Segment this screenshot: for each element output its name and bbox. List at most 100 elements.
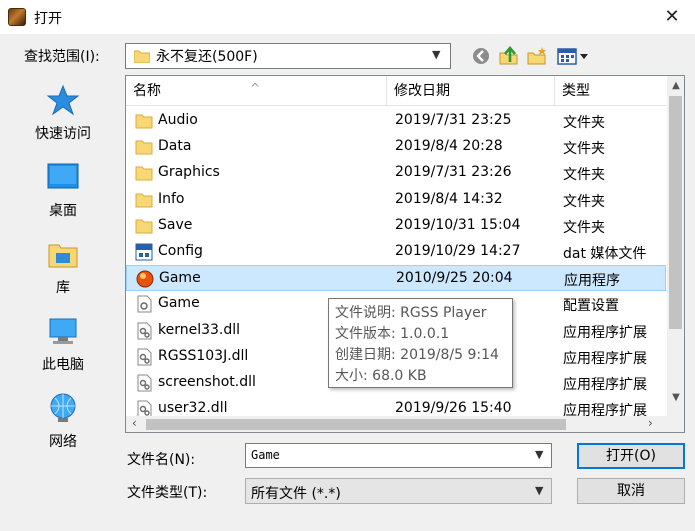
chevron-down-icon[interactable]: ▼ xyxy=(432,48,440,61)
open-button[interactable]: 打开(O) xyxy=(577,443,685,469)
place-label: 网络 xyxy=(49,434,77,450)
file-info-tooltip: 文件说明: RGSS Player 文件版本: 1.0.0.1 创建日期: 20… xyxy=(328,298,513,388)
tooltip-description: 文件说明: RGSS Player xyxy=(335,305,487,321)
tooltip-size: 大小: 68.0 KB xyxy=(335,368,427,384)
network-icon xyxy=(50,393,76,422)
folder-icon xyxy=(135,166,153,181)
file-date: 2019/10/31 15:04 xyxy=(395,216,521,233)
folder-icon xyxy=(135,193,153,208)
filename-label: 文件名(N): xyxy=(127,452,196,468)
file-type: 文件夹 xyxy=(563,167,605,184)
sort-ascending-icon: ^ xyxy=(250,81,261,95)
close-button[interactable]: ✕ xyxy=(660,6,684,28)
place-network[interactable]: 网络 xyxy=(10,383,116,459)
place-label: 桌面 xyxy=(49,203,77,219)
horizontal-scroll-thumb[interactable] xyxy=(146,419,566,430)
file-date: 2019/8/4 14:32 xyxy=(395,190,503,207)
list-header: 名称 ^ 修改日期 类型 xyxy=(126,76,666,106)
horizontal-scrollbar[interactable]: ‹ › xyxy=(126,416,667,432)
vertical-scroll-thumb[interactable] xyxy=(669,96,682,329)
dat-file-icon xyxy=(135,243,153,261)
file-name: Data xyxy=(158,138,192,155)
places-bar: 快速访问 桌面 库 此电脑 网络 xyxy=(10,75,120,518)
file-name: user32.dll xyxy=(158,400,228,417)
tooltip-version: 文件版本: 1.0.0.1 xyxy=(335,326,450,342)
new-folder-icon[interactable] xyxy=(526,46,548,66)
folder-icon xyxy=(135,219,153,234)
window-title: 打开 xyxy=(34,11,62,27)
cancel-button[interactable]: 取消 xyxy=(577,478,685,504)
title-bar xyxy=(0,0,695,34)
file-type: 文件夹 xyxy=(563,193,605,210)
file-row[interactable]: Graphics 2019/7/31 23:26 文件夹 xyxy=(126,160,666,186)
application-icon xyxy=(136,270,154,288)
folder-icon xyxy=(135,140,153,155)
file-row[interactable]: Game 2010/9/25 20:04 应用程序 xyxy=(126,265,666,292)
folder-icon xyxy=(134,50,150,63)
vertical-scrollbar[interactable]: ▲ ▼ xyxy=(667,76,684,416)
file-type: 应用程序扩展 xyxy=(563,350,647,367)
file-name: screenshot.dll xyxy=(158,374,256,390)
file-date: 2019/9/26 15:40 xyxy=(395,400,512,417)
file-row[interactable]: Config 2019/10/29 14:27 dat 媒体文件 xyxy=(126,239,666,265)
file-name: Config xyxy=(158,243,203,259)
file-type: 文件夹 xyxy=(563,141,605,158)
computer-icon xyxy=(49,318,77,344)
file-name: Audio xyxy=(158,112,198,128)
dll-file-icon xyxy=(137,374,152,392)
file-row[interactable]: Info 2019/8/4 14:32 文件夹 xyxy=(126,187,666,213)
file-name: Save xyxy=(158,216,193,233)
file-type: dat 媒体文件 xyxy=(563,246,647,262)
scroll-left-icon[interactable]: ‹ xyxy=(132,416,137,430)
dll-file-icon xyxy=(137,348,152,366)
file-date: 2019/7/31 23:25 xyxy=(395,112,512,128)
chevron-down-icon[interactable]: ▼ xyxy=(535,448,543,461)
file-name: RGSS103J.dll xyxy=(158,347,249,364)
file-type: 文件夹 xyxy=(563,115,605,131)
folder-icon xyxy=(135,114,153,129)
lookin-value: 永不复还(500F) xyxy=(156,49,258,65)
scroll-down-icon[interactable]: ▼ xyxy=(667,392,684,406)
column-header-name[interactable]: 名称 ^ xyxy=(126,76,387,106)
place-label: 此电脑 xyxy=(42,357,84,373)
place-desktop[interactable]: 桌面 xyxy=(10,152,116,228)
file-name: kernel33.dll xyxy=(158,321,241,338)
scroll-right-icon[interactable]: › xyxy=(648,416,653,430)
place-label: 库 xyxy=(56,280,70,296)
dll-file-icon xyxy=(137,322,152,340)
scroll-up-icon[interactable]: ▲ xyxy=(667,80,684,94)
file-date: 2010/9/25 20:04 xyxy=(396,270,513,287)
filename-input[interactable]: Game xyxy=(245,443,552,468)
file-name: Info xyxy=(158,190,185,207)
file-type: 配置设置 xyxy=(563,298,619,315)
file-name: Game xyxy=(159,270,201,287)
column-header-date[interactable]: 修改日期 xyxy=(387,76,555,106)
place-library[interactable]: 库 xyxy=(10,229,116,305)
place-quick-access[interactable]: 快速访问 xyxy=(10,75,116,151)
file-row[interactable]: Save 2019/10/31 15:04 文件夹 xyxy=(126,213,666,239)
desktop-icon xyxy=(47,163,79,189)
tooltip-created: 创建日期: 2019/8/5 9:14 xyxy=(335,347,499,363)
file-date: 2019/8/4 20:28 xyxy=(395,138,503,155)
column-name-label: 名称 xyxy=(133,83,161,99)
views-menu-icon[interactable] xyxy=(556,46,590,66)
file-type: 应用程序扩展 xyxy=(563,377,647,393)
back-icon[interactable] xyxy=(470,46,492,66)
scrollbar-corner xyxy=(667,416,684,432)
library-icon xyxy=(48,244,78,268)
up-folder-icon[interactable] xyxy=(498,46,520,66)
app-icon xyxy=(8,8,26,26)
file-row[interactable]: Audio 2019/7/31 23:25 文件夹 xyxy=(126,108,666,134)
place-this-pc[interactable]: 此电脑 xyxy=(10,306,116,382)
column-header-type[interactable]: 类型 xyxy=(555,76,666,106)
file-row[interactable]: Data 2019/8/4 20:28 文件夹 xyxy=(126,134,666,160)
place-label: 快速访问 xyxy=(35,126,91,142)
filetype-select[interactable]: 所有文件 (*.*) xyxy=(245,478,552,504)
settings-file-icon xyxy=(137,295,152,313)
file-type: 应用程序 xyxy=(564,273,620,290)
star-icon xyxy=(46,84,80,116)
filetype-label: 文件类型(T): xyxy=(127,485,208,501)
chevron-down-icon[interactable]: ▼ xyxy=(535,484,543,497)
file-date: 2019/10/29 14:27 xyxy=(395,243,521,259)
file-date: 2019/7/31 23:26 xyxy=(395,164,512,181)
